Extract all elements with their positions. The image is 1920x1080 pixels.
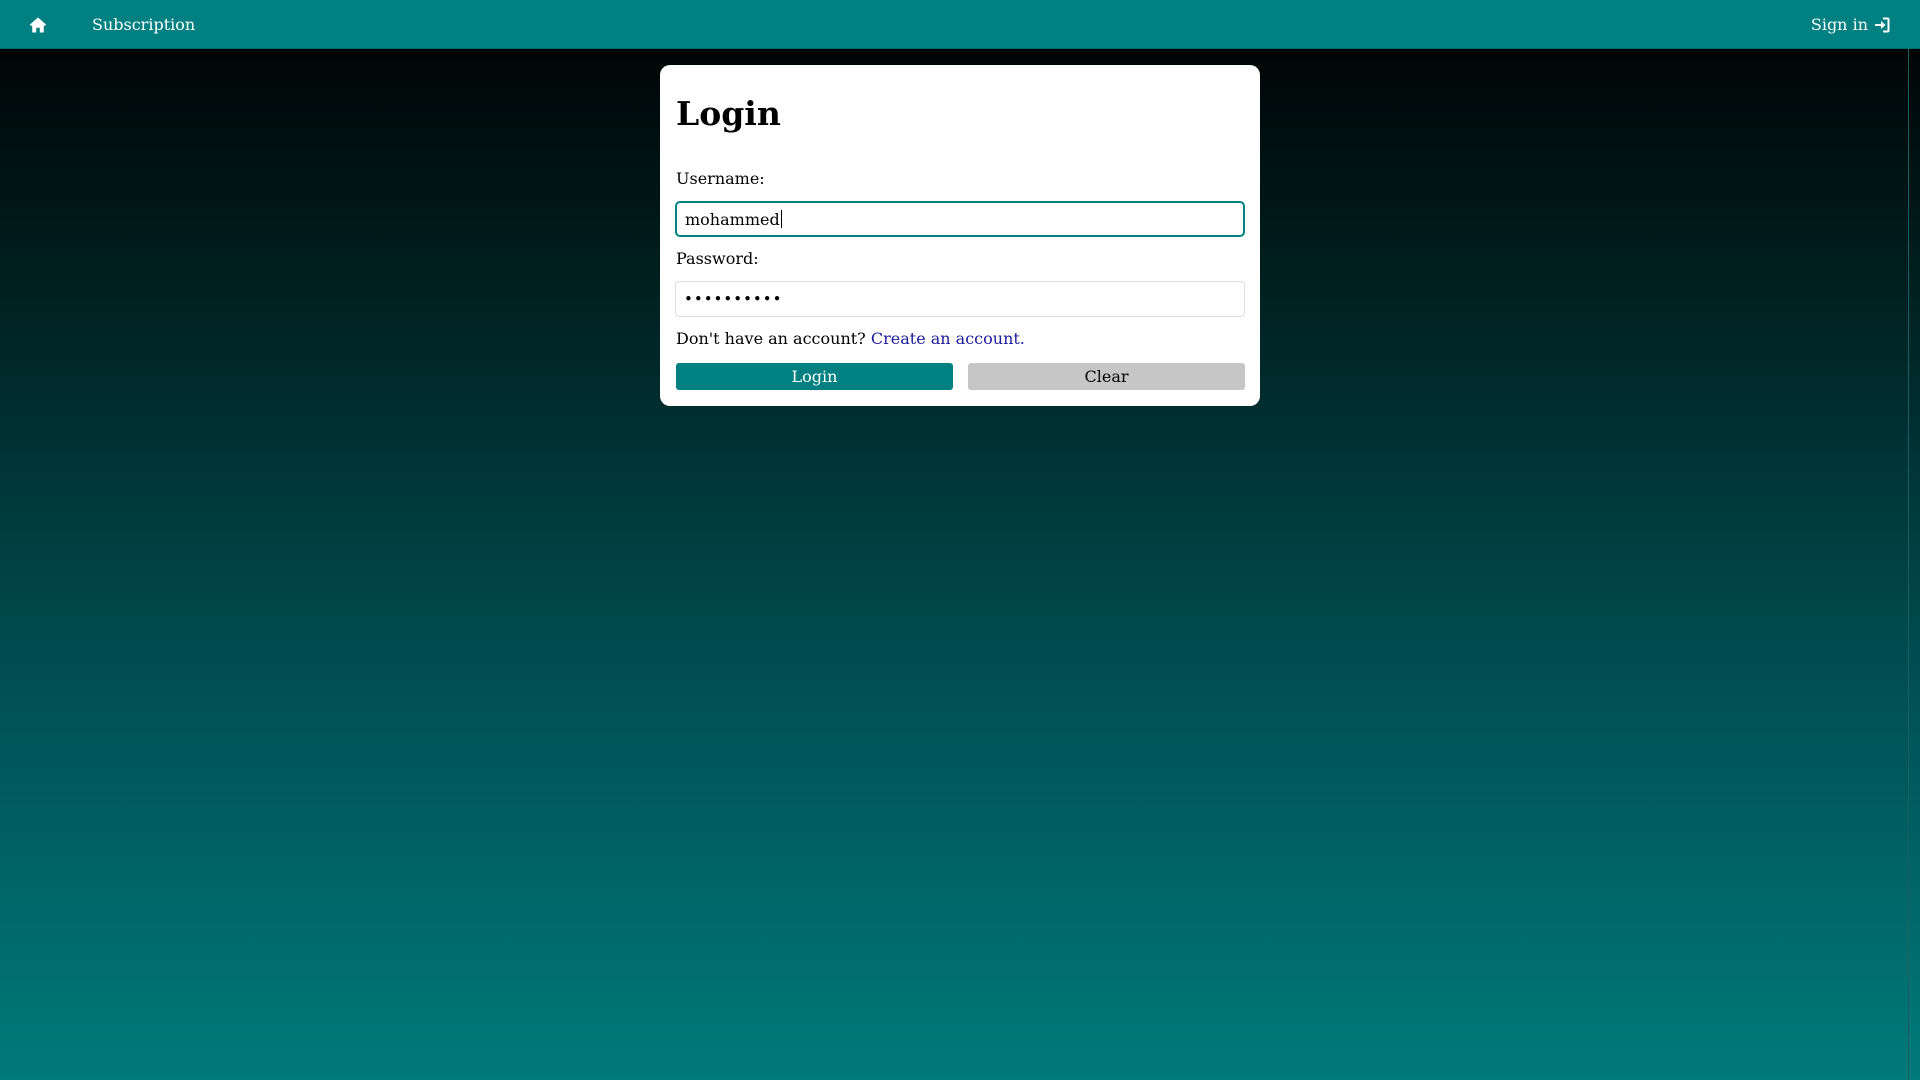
sign-in-icon <box>1875 17 1890 32</box>
signup-prompt-line: Don't have an account? Create an account… <box>676 329 1025 348</box>
nav-signin-label: Sign in <box>1810 15 1868 34</box>
top-navbar: Subscription Sign in <box>0 0 1920 49</box>
password-masked-value: •••••••••• <box>684 290 783 308</box>
home-icon <box>29 17 47 32</box>
login-button[interactable]: Login <box>676 363 953 390</box>
login-title: Login <box>676 94 781 133</box>
create-account-link[interactable]: Create an account. <box>871 329 1025 348</box>
nav-subscription-link[interactable]: Subscription <box>92 0 195 49</box>
password-input[interactable]: •••••••••• <box>675 281 1245 317</box>
username-input[interactable]: mohammed <box>675 201 1245 237</box>
page-scrollbar[interactable] <box>1908 49 1920 1080</box>
password-label: Password: <box>676 249 759 268</box>
username-label: Username: <box>676 169 765 188</box>
nav-signin-link[interactable]: Sign in <box>1811 0 1890 49</box>
nav-subscription-label: Subscription <box>92 15 196 34</box>
login-card: Login Username: mohammed Password: •••••… <box>660 65 1260 406</box>
username-value: mohammed <box>685 209 780 229</box>
text-caret <box>780 210 782 228</box>
signup-prompt: Don't have an account? <box>676 329 866 348</box>
home-button[interactable] <box>22 12 54 37</box>
clear-button[interactable]: Clear <box>968 363 1245 390</box>
